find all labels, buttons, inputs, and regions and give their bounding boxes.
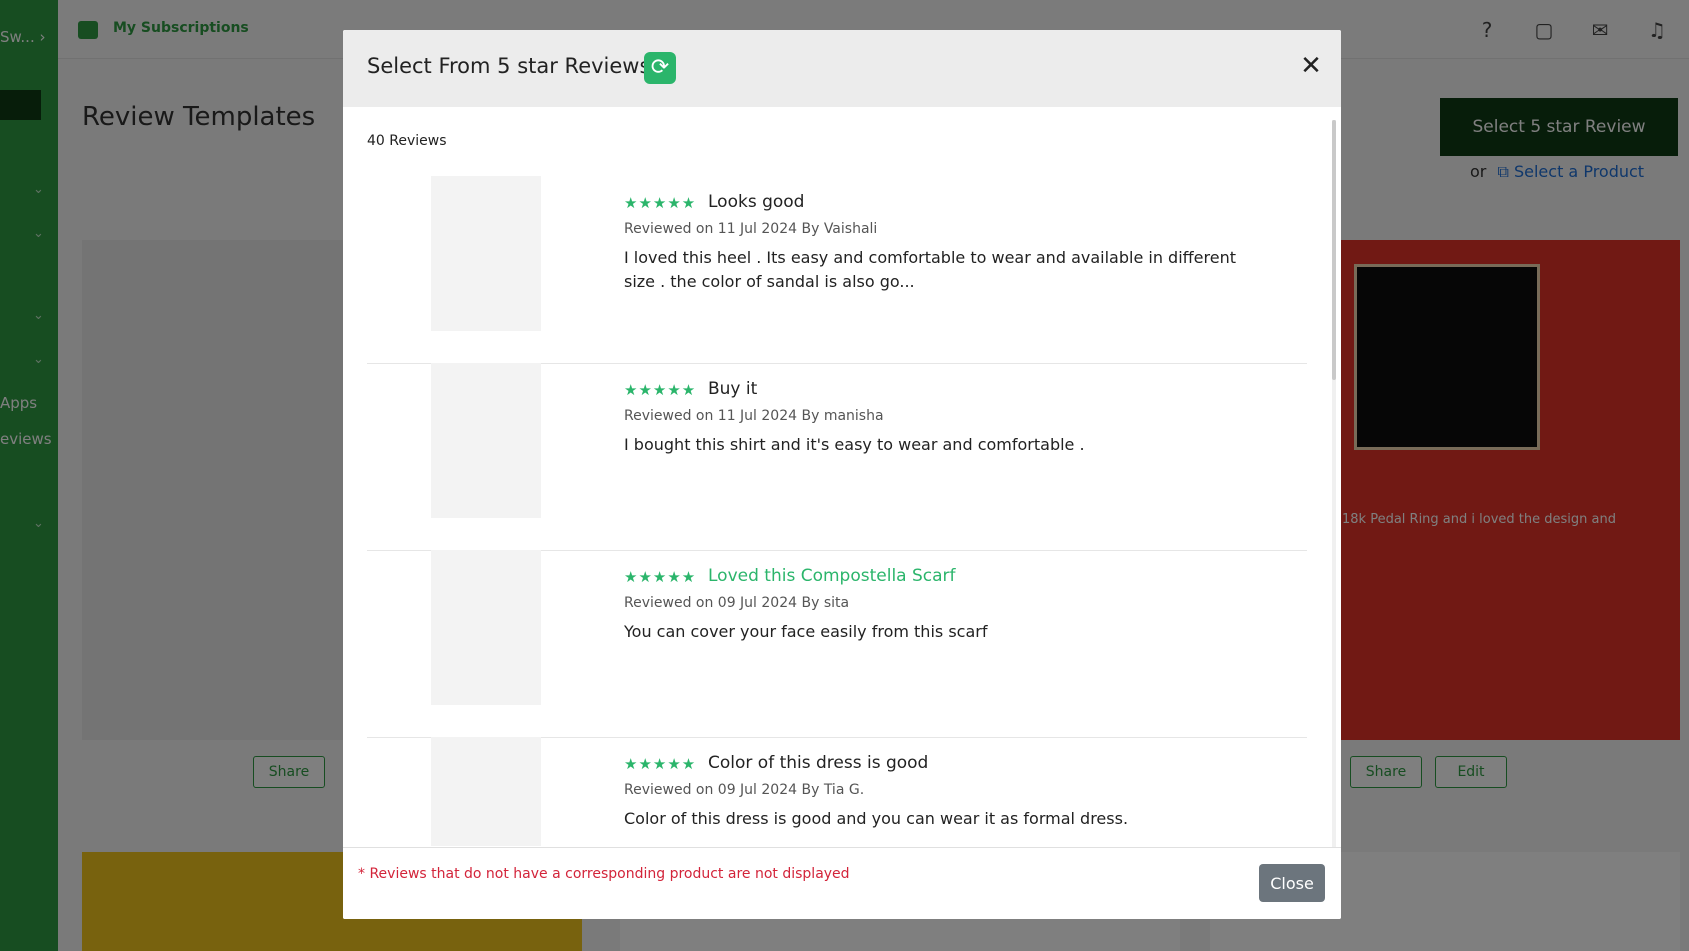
review-title: Buy it [708,379,758,399]
footer-note: * Reviews that do not have a correspondi… [358,866,850,882]
review-title: Color of this dress is good [708,753,929,773]
review-item[interactable]: ★★★★★ Color of this dress is good Review… [367,737,1307,846]
star-rating: ★★★★★ [624,381,697,399]
review-text: You can cover your face easily from this… [624,622,988,641]
modal-header: Select From 5 star Reviews ⟳ ✕ [343,30,1341,107]
review-title: Looks good [708,192,805,212]
review-text: I loved this heel . Its easy and comfort… [624,248,1236,291]
star-rating: ★★★★★ [624,194,697,212]
review-text: Color of this dress is good and you can … [624,809,1129,828]
review-meta: Reviewed on 09 Jul 2024 By Tia G. [624,782,865,798]
close-icon[interactable]: ✕ [1295,50,1327,82]
review-title: Loved this Compostella Scarf [708,566,956,586]
star-rating: ★★★★★ [624,755,697,773]
review-meta: Reviewed on 09 Jul 2024 By sita [624,595,850,611]
close-button[interactable]: Close [1259,864,1325,902]
review-item[interactable]: ★★★★★ Buy it Reviewed on 11 Jul 2024 By … [367,363,1307,551]
modal-title: Select From 5 star Reviews [367,54,651,78]
product-thumbnail [431,737,541,846]
star-rating: ★★★★★ [624,568,697,586]
scrollbar-thumb[interactable] [1332,120,1336,380]
review-text: I bought this shirt and it's easy to wea… [624,435,1085,454]
review-meta: Reviewed on 11 Jul 2024 By Vaishali [624,221,878,237]
product-thumbnail [431,550,541,705]
product-thumbnail [431,363,541,518]
refresh-icon[interactable]: ⟳ [644,52,676,84]
product-thumbnail [431,176,541,331]
review-item[interactable]: ★★★★★ Loved this Compostella Scarf Revie… [367,550,1307,738]
modal-footer: * Reviews that do not have a correspondi… [343,847,1341,919]
review-count: 40 Reviews [367,133,447,149]
review-meta: Reviewed on 11 Jul 2024 By manisha [624,408,884,424]
review-item[interactable]: ★★★★★ Looks good Reviewed on 11 Jul 2024… [367,176,1307,364]
review-list: ★★★★★ Looks good Reviewed on 11 Jul 2024… [367,176,1307,846]
select-review-modal: Select From 5 star Reviews ⟳ ✕ 40 Review… [343,30,1341,919]
